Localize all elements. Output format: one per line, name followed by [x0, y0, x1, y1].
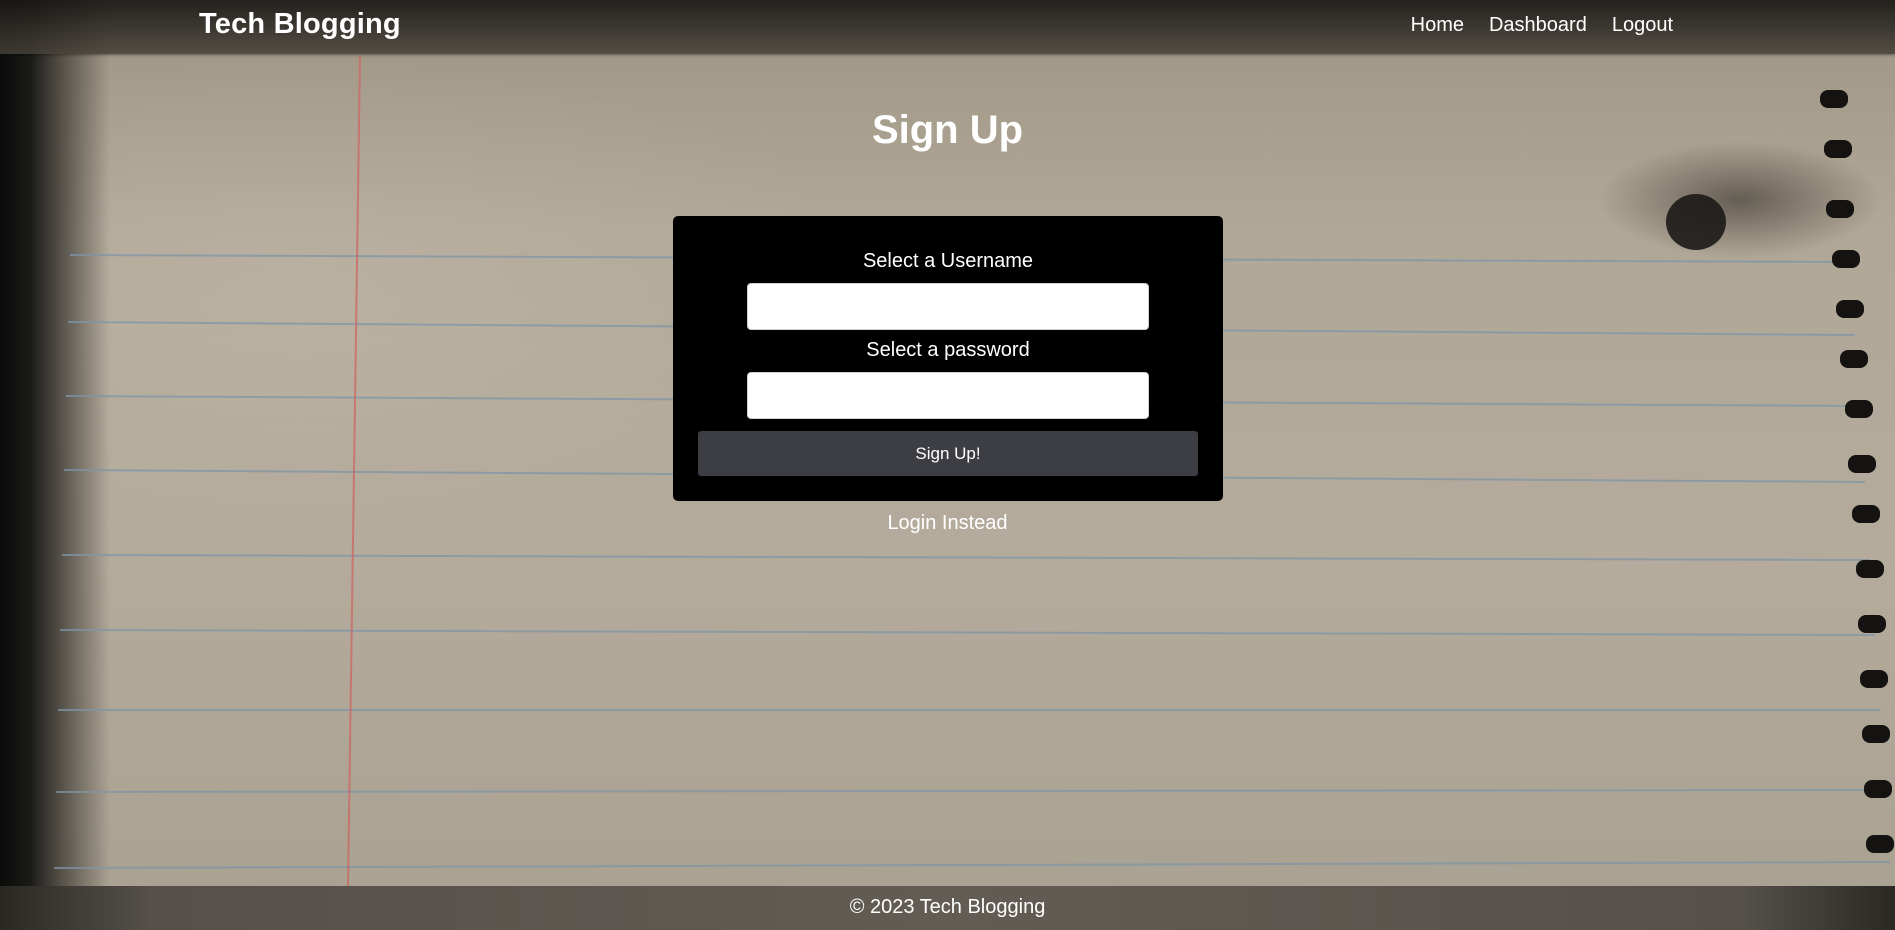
page-title: Sign Up: [871, 108, 1024, 152]
top-navbar: Tech Blogging Home Dashboard Logout: [0, 0, 1895, 54]
username-input[interactable]: [747, 283, 1149, 330]
login-instead-link[interactable]: Login Instead: [887, 512, 1007, 534]
signup-form: Select a Username Select a password Sign…: [673, 216, 1223, 501]
sign-up-button[interactable]: Sign Up!: [698, 431, 1198, 476]
username-label: Select a Username: [862, 250, 1034, 272]
login-link-container: Login Instead: [0, 512, 1895, 535]
password-input[interactable]: [747, 372, 1149, 419]
footer: © 2023 Tech Blogging: [0, 886, 1895, 930]
nav-link-dashboard[interactable]: Dashboard: [1489, 14, 1587, 37]
password-label: Select a password: [866, 339, 1030, 361]
nav-link-home[interactable]: Home: [1411, 14, 1464, 37]
main-nav: Home Dashboard Logout: [1411, 14, 1673, 37]
footer-copyright: © 2023 Tech Blogging: [849, 896, 1046, 918]
nav-link-logout[interactable]: Logout: [1612, 14, 1673, 37]
brand-title[interactable]: Tech Blogging: [199, 8, 401, 41]
